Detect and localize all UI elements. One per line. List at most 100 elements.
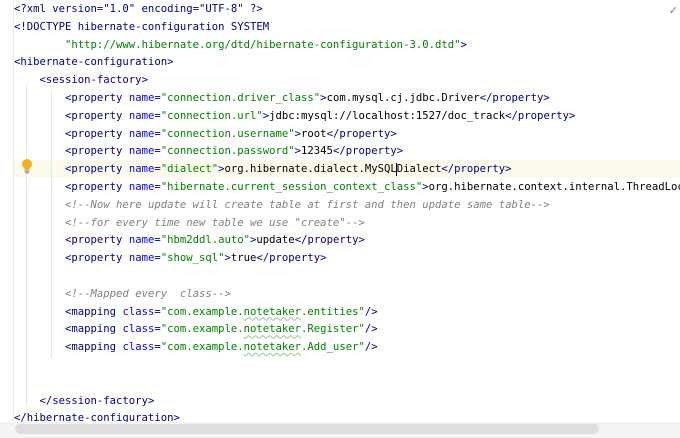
- code-token: </property>: [441, 163, 512, 176]
- code-token: .Register": [301, 323, 365, 336]
- code-token: root: [301, 127, 327, 140]
- code-token: class: [122, 323, 155, 336]
- code-token: >: [460, 38, 467, 51]
- code-line[interactable]: <property name="connection.url">jdbc:mys…: [14, 107, 680, 125]
- code-token: <property: [65, 163, 129, 176]
- code-token: "show_sql": [160, 252, 225, 265]
- code-token: <!DOCTYPE hibernate-configuration SYSTEM: [14, 20, 270, 33]
- code-line[interactable]: <property name="dialect">org.hibernate.d…: [14, 160, 680, 179]
- code-token: name: [128, 109, 155, 122]
- code-line[interactable]: </session-factory>: [14, 392, 680, 410]
- code-token: "http://www.hibernate.org/dtd/hibernate-…: [65, 38, 461, 51]
- code-line[interactable]: <property name="hibernate.current_sessio…: [14, 178, 680, 196]
- code-token: <property: [65, 252, 129, 265]
- code-token: name: [128, 163, 155, 176]
- code-token: </session-factory>: [39, 394, 155, 407]
- editor-gutter: [0, 0, 14, 438]
- code-token: 12345: [301, 145, 333, 158]
- code-line[interactable]: <!--Mapped every class-->: [14, 285, 680, 303]
- code-token: "com.example.: [160, 341, 244, 354]
- code-token: class: [122, 305, 155, 318]
- code-token: update: [256, 234, 295, 247]
- code-token: "dialect": [160, 163, 219, 176]
- code-token: />: [364, 305, 378, 318]
- code-token: name: [128, 145, 155, 158]
- code-token: jdbc:mysql://localhost:1527/doc_track: [269, 109, 506, 122]
- code-editor[interactable]: <?xml version="1.0" encoding="UTF-8" ?> <…: [14, 0, 680, 438]
- code-token: "connection.username": [160, 127, 295, 140]
- code-token: name: [128, 234, 155, 247]
- code-token: "com.example.: [160, 323, 244, 336]
- code-token: <!--for every time new table we use "cre…: [65, 216, 365, 229]
- code-token: "connection.url": [160, 109, 263, 122]
- code-token: <!--Mapped every class-->: [65, 287, 231, 300]
- code-token: org.hibernate.dialect.MySQL: [224, 163, 397, 176]
- code-token: </property>: [326, 127, 397, 140]
- code-token: name: [128, 92, 155, 104]
- code-line[interactable]: <property name="connection.password">123…: [14, 142, 680, 160]
- indent-guide: [51, 91, 52, 358]
- code-line[interactable]: <property name="show_sql">true</property…: [14, 249, 680, 267]
- code-token: <!--Now here update will create table at…: [65, 198, 550, 211]
- code-line[interactable]: <property name="connection.driver_class"…: [14, 89, 680, 107]
- code-token: </property>: [332, 145, 404, 158]
- code-token: name: [128, 127, 155, 140]
- code-token: <property: [65, 181, 129, 193]
- code-token: <?xml version="1.0" encoding="UTF-8" ?>: [14, 3, 263, 15]
- code-line[interactable]: [14, 356, 680, 374]
- code-token: notetaker: [243, 341, 302, 354]
- code-line[interactable]: <mapping class="com.example.notetaker.Ad…: [14, 338, 680, 356]
- code-token: "connection.driver_class": [160, 92, 321, 104]
- code-token: <mapping: [65, 323, 123, 336]
- code-token: <property: [65, 127, 129, 140]
- code-line[interactable]: [14, 374, 680, 392]
- code-token: </property>: [505, 109, 576, 122]
- code-token: <session-factory>: [39, 74, 148, 87]
- code-line[interactable]: <property name="connection.username">roo…: [14, 125, 680, 143]
- code-token: notetaker: [243, 323, 302, 336]
- code-token: name: [128, 252, 155, 265]
- code-token: notetaker: [243, 305, 302, 318]
- code-line[interactable]: <!--for every time new table we use "cre…: [14, 214, 680, 232]
- code-token: .entities": [301, 305, 365, 318]
- code-token: Dialect: [396, 163, 442, 176]
- code-token: true: [230, 252, 257, 265]
- code-line[interactable]: <mapping class="com.example.notetaker.Re…: [14, 320, 680, 338]
- code-token: <mapping: [65, 305, 123, 318]
- code-token: <property: [65, 234, 129, 247]
- code-line[interactable]: <!DOCTYPE hibernate-configuration SYSTEM: [14, 18, 680, 36]
- code-token: class: [122, 341, 155, 354]
- code-token: "hbm2ddl.auto": [160, 234, 251, 247]
- indent-guide: [26, 85, 27, 406]
- code-token: </property>: [294, 234, 365, 247]
- code-line[interactable]: <?xml version="1.0" encoding="UTF-8" ?>: [14, 0, 680, 18]
- code-line[interactable]: <hibernate-configuration>: [14, 53, 680, 71]
- code-token: name: [128, 181, 155, 193]
- code-token: <property: [65, 109, 129, 122]
- code-token: <property: [65, 145, 129, 158]
- code-line[interactable]: <!--Now here update will create table at…: [14, 196, 680, 214]
- lightbulb-icon[interactable]: [21, 158, 33, 174]
- code-line[interactable]: <session-factory>: [14, 71, 680, 89]
- code-line[interactable]: <mapping class="com.example.notetaker.en…: [14, 303, 680, 321]
- code-token: </property>: [479, 92, 550, 104]
- horizontal-scrollbar-thumb[interactable]: [15, 424, 599, 434]
- code-token: />: [364, 341, 378, 354]
- code-line[interactable]: [14, 267, 680, 285]
- code-token: <mapping: [65, 341, 123, 354]
- code-token: "connection.password": [160, 145, 295, 158]
- code-line[interactable]: "http://www.hibernate.org/dtd/hibernate-…: [14, 36, 680, 54]
- code-token: />: [364, 323, 378, 336]
- code-token: "hibernate.current_session_context_class…: [160, 181, 423, 193]
- code-line[interactable]: <property name="hbm2ddl.auto">update</pr…: [14, 231, 680, 249]
